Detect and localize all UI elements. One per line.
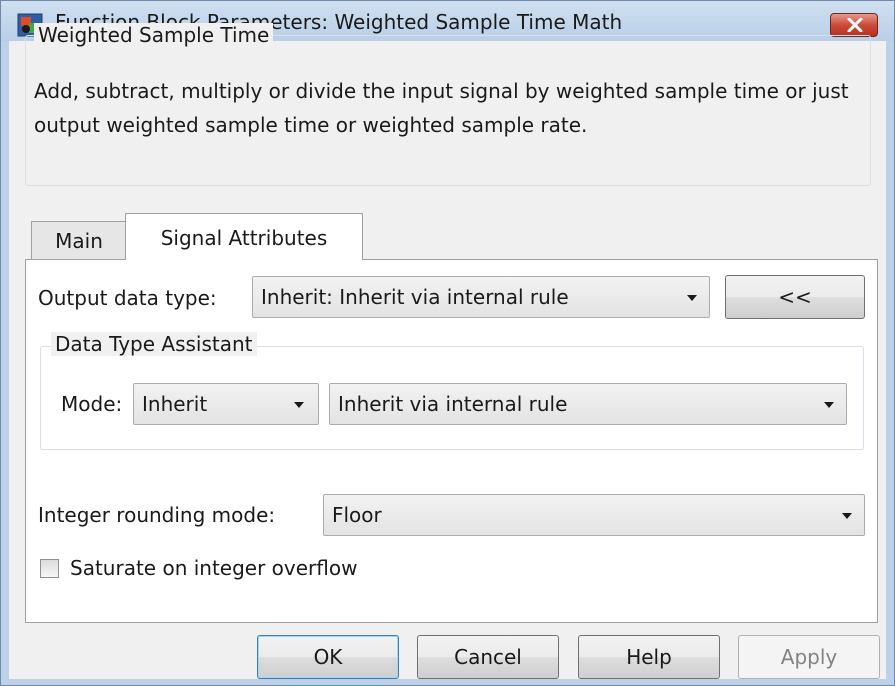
integer-rounding-label: Integer rounding mode: [38, 503, 276, 527]
tab-signal-attributes-label: Signal Attributes [160, 226, 328, 250]
integer-rounding-value: Floor [332, 503, 382, 527]
tab-main[interactable]: Main [31, 221, 127, 259]
signal-attributes-panel: Output data type: Inherit: Inherit via i… [25, 259, 878, 623]
apply-button[interactable]: Apply [738, 635, 880, 679]
chevron-down-icon [824, 402, 834, 408]
assistant-toggle-button[interactable]: << [725, 275, 865, 319]
chevron-down-icon [842, 513, 852, 519]
data-type-assistant-title: Data Type Assistant [51, 332, 257, 356]
output-data-type-label: Output data type: [38, 286, 217, 310]
ok-button[interactable]: OK [257, 635, 399, 679]
integer-rounding-dropdown[interactable]: Floor [323, 494, 865, 536]
saturate-checkbox[interactable] [40, 559, 59, 578]
data-type-assistant-group: Data Type Assistant Mode: Inherit Inheri… [40, 332, 864, 450]
description-text: Add, subtract, multiply or divide the in… [34, 79, 849, 137]
tab-signal-attributes[interactable]: Signal Attributes [125, 213, 363, 260]
chevron-down-icon [294, 402, 304, 408]
chevron-down-icon [687, 295, 697, 301]
mode-label: Mode: [61, 392, 123, 416]
help-button[interactable]: Help [578, 635, 720, 679]
close-icon [847, 18, 863, 32]
saturate-label[interactable]: Saturate on integer overflow [70, 556, 357, 580]
inherit-rule-value: Inherit via internal rule [338, 392, 568, 416]
mode-dropdown[interactable]: Inherit [133, 383, 319, 425]
description-group: Weighted Sample Time Add, subtract, mult… [25, 23, 871, 186]
mode-value: Inherit [142, 392, 208, 416]
tab-main-label: Main [55, 229, 103, 253]
dialog-window: Function Block Parameters: Weighted Samp… [0, 0, 895, 686]
dialog-client: Weighted Sample Time Add, subtract, mult… [9, 23, 886, 679]
close-button[interactable] [830, 13, 878, 37]
output-data-type-value: Inherit: Inherit via internal rule [261, 285, 569, 309]
description-group-title: Weighted Sample Time [34, 23, 274, 47]
inherit-rule-dropdown[interactable]: Inherit via internal rule [329, 383, 847, 425]
output-data-type-dropdown[interactable]: Inherit: Inherit via internal rule [252, 276, 710, 318]
cancel-button[interactable]: Cancel [417, 635, 559, 679]
